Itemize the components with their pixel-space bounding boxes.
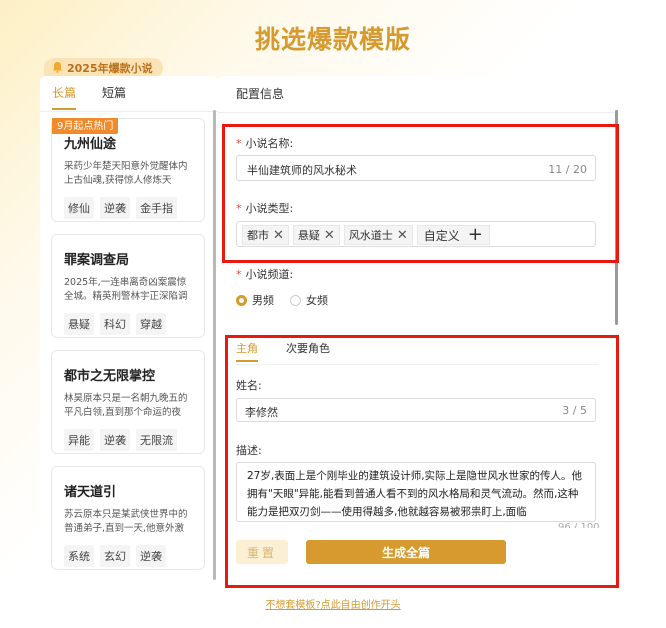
channel-radio-group: 男频 女频: [236, 292, 328, 308]
card-desc: 采药少年楚天阳意外觉醒体内上古仙魂,获得惊人修炼天赋。...: [64, 161, 188, 186]
card-tag: 系统: [64, 545, 94, 567]
card-tag: 无限流: [136, 429, 177, 451]
free-create-link[interactable]: 不想套模板?点此自由创作开头: [0, 596, 666, 611]
card-tags: 修仙 逆袭 金手指: [64, 197, 192, 219]
length-tabs: 长篇 短篇: [52, 84, 126, 110]
card-tags: 异能 逆袭 无限流: [64, 429, 192, 451]
page-title: 挑选爆款模版: [254, 25, 411, 54]
card-title: 都市之无限掌控: [64, 369, 156, 384]
radio-male[interactable]: 男频: [236, 292, 274, 308]
card-tag: 悬疑: [64, 313, 94, 335]
card-tag: 穿越: [136, 313, 166, 335]
card-desc: 2025年,一连串离奇凶案震惊全城。精英刑警林宇正深陷调查...: [64, 277, 188, 302]
radio-female[interactable]: 女频: [290, 292, 328, 308]
highlight-box-config: [222, 124, 619, 263]
card-tag: 异能: [64, 429, 94, 451]
bell-icon: [52, 61, 63, 76]
tab-divider: [40, 111, 218, 112]
card-tag: 逆袭: [136, 545, 166, 567]
card-tag: 修仙: [64, 197, 94, 219]
tab-short[interactable]: 短篇: [102, 84, 126, 108]
card-title: 九州仙途: [64, 137, 117, 152]
card-title: 诸天道引: [64, 485, 117, 500]
template-card[interactable]: 罪案调查局 2025年,一连串离奇凶案震惊全城。精英刑警林宇正深陷调查... 悬…: [51, 234, 205, 338]
template-card[interactable]: 9月起点热门 九州仙途 采药少年楚天阳意外觉醒体内上古仙魂,获得惊人修炼天赋。.…: [51, 118, 205, 222]
template-list-panel: 长篇 短篇 9月起点热门 九州仙途 采药少年楚天阳意外觉醒体内上古仙魂,获得惊人…: [40, 76, 218, 576]
hot-tag: 9月起点热门: [52, 118, 119, 134]
badge-text: 2025年爆款小说: [67, 62, 153, 75]
hot-badge: 2025年爆款小说: [44, 58, 163, 78]
highlight-box-role: [225, 335, 619, 588]
left-scrollbar[interactable]: [213, 110, 216, 580]
config-divider: [218, 112, 617, 113]
card-tag: 逆袭: [100, 197, 130, 219]
card-desc: 苏云原本只是某武侠世界中的普通弟子,直到一天,他意外激活...: [64, 509, 188, 534]
card-tag: 金手指: [136, 197, 177, 219]
radio-dot: [290, 294, 301, 306]
card-tag: 逆袭: [100, 429, 130, 451]
channel-label: * 小说频道:: [236, 268, 294, 281]
card-desc: 林昊原本只是一名朝九晚五的平凡白领,直到那个命运的夜晚...: [64, 393, 188, 418]
card-tags: 悬疑 科幻 穿越: [64, 313, 192, 335]
card-tags: 系统 玄幻 逆袭: [64, 545, 192, 567]
card-tag: 科幻: [100, 313, 130, 335]
radio-dot: [236, 294, 247, 306]
config-title: 配置信息: [236, 87, 285, 101]
card-tag: 玄幻: [100, 545, 130, 567]
template-card[interactable]: 诸天道引 苏云原本只是某武侠世界中的普通弟子,直到一天,他意外激活... 系统 …: [51, 466, 205, 570]
template-cards: 9月起点热门 九州仙途 采药少年楚天阳意外觉醒体内上古仙魂,获得惊人修炼天赋。.…: [51, 118, 205, 576]
card-title: 罪案调查局: [64, 253, 130, 268]
tab-long[interactable]: 长篇: [52, 84, 77, 110]
template-card[interactable]: 都市之无限掌控 林昊原本只是一名朝九晚五的平凡白领,直到那个命运的夜晚... 异…: [51, 350, 205, 454]
